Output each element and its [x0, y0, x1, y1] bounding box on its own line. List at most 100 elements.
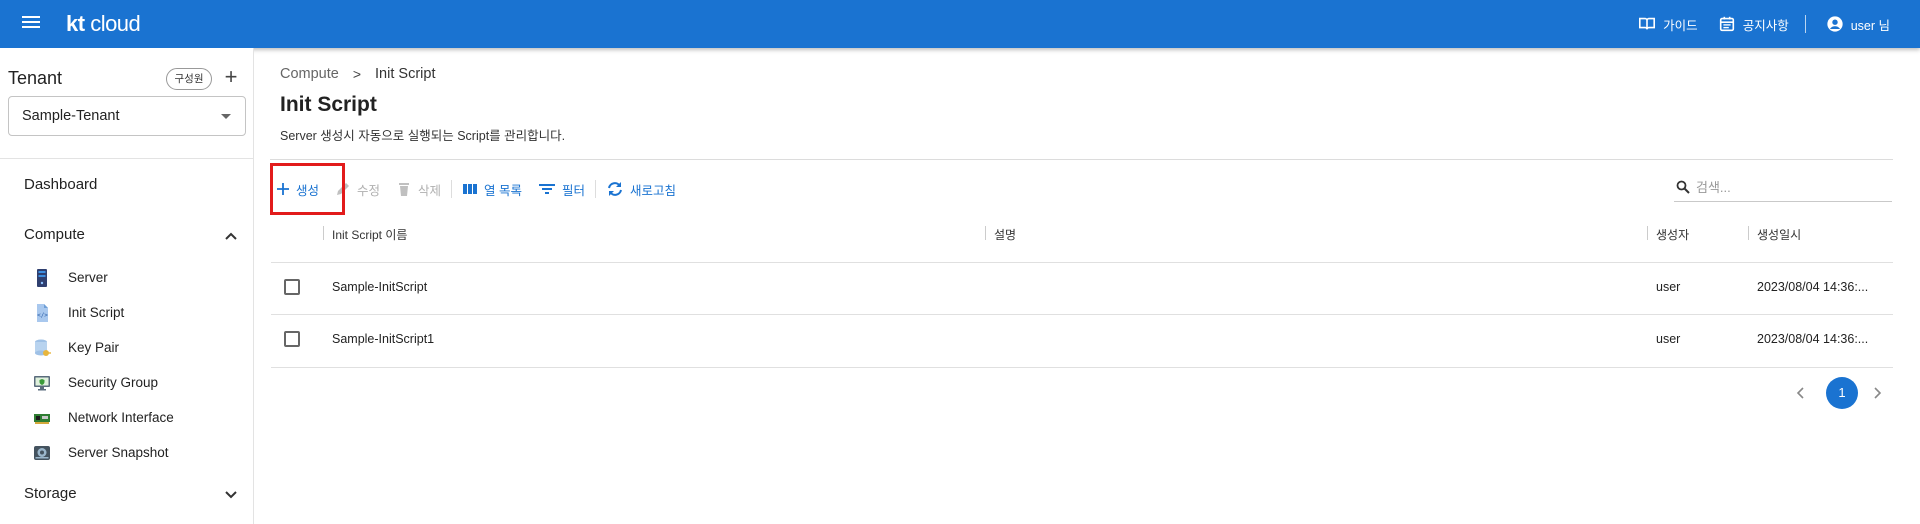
- column-divider: [323, 226, 324, 240]
- security-group-icon: [34, 376, 50, 391]
- refresh-icon: [608, 182, 623, 196]
- search-box[interactable]: [1674, 174, 1892, 202]
- cell-creator: user: [1656, 332, 1681, 346]
- user-menu[interactable]: user 님: [1826, 15, 1890, 34]
- breadcrumb-current: Init Script: [375, 66, 436, 82]
- pencil-icon: [337, 183, 350, 195]
- content-divider: [270, 159, 1893, 160]
- breadcrumb-separator-icon: >: [352, 66, 362, 82]
- notice-label: 공지사항: [1742, 18, 1789, 33]
- storage-group-label: Storage: [24, 485, 77, 502]
- server-snapshot-label: Server Snapshot: [68, 445, 169, 460]
- cell-created: 2023/08/04 14:36:...: [1757, 332, 1869, 346]
- column-header-created[interactable]: 생성일시: [1757, 216, 1801, 262]
- filter-label: 필터: [562, 183, 586, 198]
- sidebar: Tenant 구성원 + Sample-Tenant Dashboard Com…: [0, 48, 254, 524]
- sidebar-item-network-interface[interactable]: Network Interface: [32, 406, 242, 430]
- create-button[interactable]: 생성: [272, 176, 323, 202]
- column-header-description[interactable]: 설명: [994, 216, 1016, 262]
- cell-creator: user: [1656, 280, 1681, 294]
- guide-label: 가이드: [1663, 18, 1698, 33]
- tenant-select[interactable]: Sample-Tenant: [8, 96, 246, 136]
- security-group-label: Security Group: [68, 375, 159, 390]
- book-icon: [1639, 17, 1656, 30]
- columns-button[interactable]: 열 목록: [458, 176, 526, 202]
- refresh-label: 새로고침: [630, 183, 677, 198]
- top-app-bar: kt cloud 가이드 공지사항 user 님: [0, 0, 1920, 48]
- column-divider: [1647, 226, 1648, 240]
- search-input[interactable]: [1696, 176, 1886, 198]
- search-icon: [1676, 180, 1690, 194]
- page-title: Init Script: [280, 93, 377, 116]
- pagination: 1: [1792, 377, 1892, 409]
- plus-icon: [277, 183, 289, 195]
- edit-button[interactable]: 수정: [331, 176, 384, 202]
- filter-button[interactable]: 필터: [534, 176, 589, 202]
- page-button-current[interactable]: 1: [1826, 377, 1858, 409]
- cell-name: Sample-InitScript: [332, 280, 428, 294]
- chevron-left-icon[interactable]: [1792, 384, 1810, 402]
- delete-label: 삭제: [418, 183, 442, 198]
- column-header-creator[interactable]: 생성자: [1656, 216, 1689, 262]
- server-icon: [37, 269, 47, 287]
- script-icon: </>: [37, 304, 48, 322]
- toolbar-divider: [595, 180, 597, 198]
- chevron-right-icon[interactable]: [1868, 384, 1886, 402]
- header-row-border: [271, 262, 1893, 263]
- sidebar-item-server[interactable]: Server: [32, 266, 242, 290]
- sidebar-item-security-group[interactable]: Security Group: [32, 371, 242, 395]
- user-label: user 님: [1850, 18, 1890, 33]
- sidebar-divider: [0, 158, 253, 159]
- create-label: 생성: [296, 183, 320, 198]
- hamburger-menu-icon[interactable]: [20, 13, 42, 35]
- refresh-button[interactable]: 새로고침: [602, 176, 680, 202]
- cell-created: 2023/08/04 14:36:...: [1757, 280, 1869, 294]
- filter-icon: [539, 184, 556, 194]
- add-tenant-icon[interactable]: +: [220, 66, 242, 88]
- breadcrumb-compute[interactable]: Compute: [280, 66, 339, 82]
- sidebar-item-dashboard[interactable]: Dashboard: [24, 176, 97, 193]
- toolbar-divider: [451, 180, 453, 198]
- delete-button[interactable]: 삭제: [392, 176, 445, 202]
- breadcrumb: Compute > Init Script: [280, 66, 435, 82]
- compute-group-label: Compute: [24, 226, 85, 243]
- sidebar-item-key-pair[interactable]: Key Pair: [32, 336, 242, 360]
- member-button[interactable]: 구성원: [166, 68, 212, 90]
- account-circle-icon: [1827, 16, 1843, 32]
- column-header-name[interactable]: Init Script 이름: [332, 216, 407, 262]
- network-interface-label: Network Interface: [68, 410, 174, 425]
- columns-label: 열 목록: [484, 183, 523, 198]
- edit-label: 수정: [357, 183, 381, 198]
- view-column-icon: [463, 184, 478, 194]
- row-border: [271, 314, 1893, 315]
- sidebar-group-storage[interactable]: Storage: [24, 485, 238, 507]
- chevron-up-icon: [225, 232, 237, 240]
- notice-link[interactable]: 공지사항: [1718, 15, 1789, 34]
- row-checkbox[interactable]: [284, 331, 300, 347]
- dropdown-arrow-icon: [221, 114, 231, 119]
- row-checkbox[interactable]: [284, 279, 300, 295]
- chevron-down-icon: [225, 491, 237, 499]
- toolbar: 생성 수정 삭제 열 목록 필터 새로고침: [272, 176, 680, 202]
- page-description: Server 생성시 자동으로 실행되는 Script를 관리합니다.: [280, 129, 566, 143]
- svg-text:</>: </>: [37, 312, 48, 319]
- sidebar-item-server-snapshot[interactable]: Server Snapshot: [32, 441, 242, 465]
- tenant-select-value: Sample-Tenant: [22, 108, 120, 124]
- cell-name: Sample-InitScript1: [332, 332, 435, 346]
- sidebar-item-init-script[interactable]: </> Init Script: [32, 301, 242, 325]
- column-divider: [1748, 226, 1749, 240]
- header-divider: [1804, 15, 1806, 33]
- guide-link[interactable]: 가이드: [1638, 15, 1698, 34]
- network-card-icon: [34, 414, 50, 424]
- key-icon: [35, 339, 51, 356]
- key-pair-label: Key Pair: [68, 340, 120, 355]
- tenant-title: Tenant: [8, 68, 63, 88]
- row-border: [271, 367, 1893, 368]
- calendar-icon: [1719, 16, 1734, 32]
- column-divider: [985, 226, 986, 240]
- snapshot-icon: [34, 446, 50, 460]
- server-label: Server: [68, 270, 108, 285]
- init-script-label: Init Script: [68, 305, 125, 320]
- kt-cloud-logo[interactable]: kt cloud: [66, 11, 141, 37]
- sidebar-group-compute[interactable]: Compute: [24, 226, 238, 248]
